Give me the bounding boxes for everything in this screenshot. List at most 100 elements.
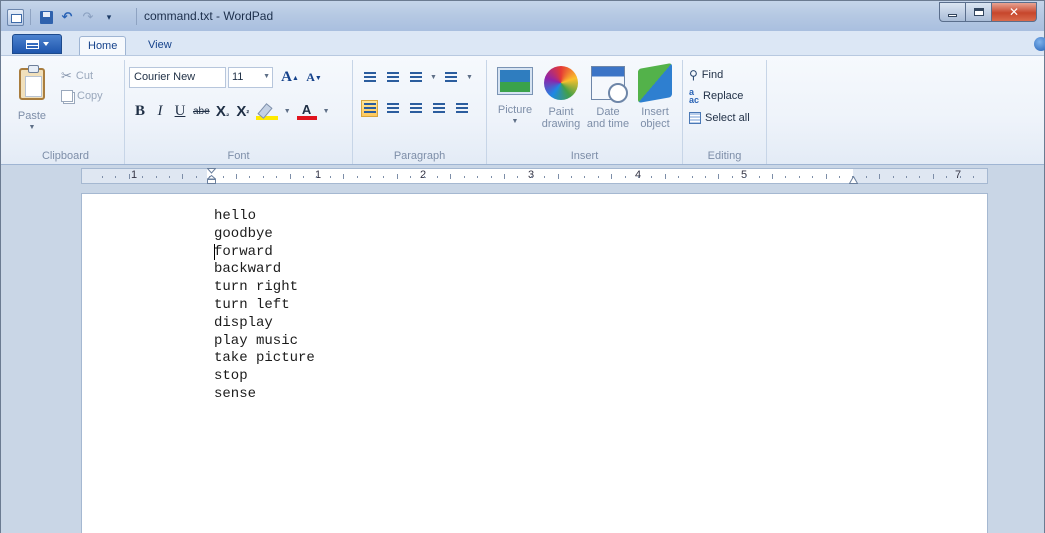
paragraph-settings-button[interactable]: [453, 100, 470, 117]
ruler-tick: [142, 176, 144, 178]
find-label: Find: [701, 69, 724, 81]
title-separator: [136, 8, 137, 25]
save-button[interactable]: [37, 8, 55, 26]
paint-drawing-button[interactable]: Paint drawing: [539, 66, 583, 130]
bullets-button[interactable]: [407, 69, 424, 86]
ruler-tick: [195, 176, 197, 178]
ruler-number: 5: [740, 169, 748, 181]
shrink-font-button[interactable]: A ▼: [303, 67, 325, 88]
ruler-tick: [919, 176, 921, 178]
ruler-tick: [946, 176, 948, 178]
customize-qat-button[interactable]: ▾: [100, 8, 118, 26]
quick-access-toolbar: ↶ ↷ ▾: [7, 7, 118, 27]
undo-button[interactable]: ↶: [58, 8, 76, 26]
justify-button[interactable]: [430, 100, 447, 117]
tab-home[interactable]: Home: [79, 36, 127, 56]
app-icon[interactable]: [7, 8, 24, 26]
chevron-down-icon[interactable]: ▼: [430, 74, 437, 81]
paste-button[interactable]: Paste ▼: [15, 65, 49, 138]
minimize-button[interactable]: [939, 2, 966, 22]
paint-drawing-label: Paint drawing: [541, 106, 581, 130]
tab-view[interactable]: View: [140, 36, 180, 56]
font-group: Courier New 11 ▼ A ▲ A ▼ B I U abe X₂ X² ▼…: [125, 60, 353, 164]
right-indent-marker-icon[interactable]: [849, 176, 858, 184]
font-color-button[interactable]: A: [296, 102, 317, 120]
application-menu-button[interactable]: [12, 34, 62, 54]
find-button[interactable]: ⚲ Find: [689, 66, 723, 84]
undo-icon: ↶: [61, 9, 73, 24]
ruler-tick: [798, 176, 800, 178]
increase-indent-button[interactable]: [384, 69, 401, 86]
horizontal-ruler[interactable]: 1 1 2 3 4 5 7: [81, 168, 988, 184]
ruler-tick: [758, 176, 760, 178]
decrease-indent-button[interactable]: [361, 69, 378, 86]
maximize-button[interactable]: [966, 2, 992, 22]
copy-button[interactable]: Copy: [61, 88, 103, 104]
text-line[interactable]: turn right: [214, 279, 315, 297]
text-line[interactable]: backward: [214, 261, 315, 279]
select-all-button[interactable]: Select all: [689, 109, 750, 127]
chevron-down-icon[interactable]: ▼: [284, 108, 291, 115]
ruler-tick: [437, 176, 438, 178]
ruler-tick: [705, 176, 706, 178]
redo-button[interactable]: ↷: [79, 8, 97, 26]
group-label: Insert: [570, 150, 599, 162]
ruler-tick: [932, 174, 934, 179]
cut-button[interactable]: ✂ Cut: [61, 68, 93, 84]
replace-icon: a ac: [689, 87, 700, 105]
ruler-tick: [678, 176, 680, 178]
align-left-button[interactable]: [361, 100, 378, 117]
ruler-tick: [329, 176, 331, 178]
replace-button[interactable]: a ac Replace: [689, 87, 743, 105]
ruler-tick: [102, 176, 103, 178]
save-icon: [39, 10, 53, 24]
underline-button[interactable]: U: [173, 103, 187, 120]
text-line[interactable]: goodbye: [214, 226, 315, 244]
text-line[interactable]: forward: [214, 244, 315, 262]
document-menu-icon: [25, 39, 39, 49]
text-line[interactable]: take picture: [214, 350, 315, 368]
picture-label: Picture: [497, 104, 533, 116]
font-size-select[interactable]: 11 ▼: [228, 67, 273, 88]
align-right-button[interactable]: [407, 100, 424, 117]
chevron-down-icon[interactable]: ▼: [466, 74, 473, 81]
strikethrough-button[interactable]: abe: [193, 106, 210, 117]
ruler-tick: [879, 174, 881, 179]
document-area: hello goodbye forward backward turn righ…: [1, 186, 1044, 533]
subscript-button[interactable]: X₂: [216, 103, 230, 120]
document-page[interactable]: hello goodbye forward backward turn righ…: [81, 193, 988, 533]
superscript-button[interactable]: X²: [236, 103, 250, 120]
text-line[interactable]: turn left: [214, 297, 315, 315]
close-button[interactable]: ✕: [992, 2, 1037, 22]
help-icon[interactable]: [1034, 37, 1045, 51]
date-time-button[interactable]: Date and time: [586, 66, 630, 130]
align-center-button[interactable]: [384, 100, 401, 117]
ruler-tick: [544, 176, 546, 178]
insert-object-button[interactable]: Insert object: [633, 63, 677, 130]
line-spacing-button[interactable]: [443, 69, 460, 86]
title-bar[interactable]: ↶ ↷ ▾ command.txt - WordPad ✕: [1, 1, 1044, 31]
chevron-down-icon[interactable]: ▼: [323, 108, 330, 115]
ruler-tick: [249, 176, 251, 178]
scissors-icon: ✂: [61, 68, 72, 83]
italic-button[interactable]: I: [153, 103, 167, 120]
paste-label: Paste: [17, 110, 47, 122]
grow-font-button[interactable]: A ▲: [279, 67, 301, 88]
ruler-tick: [222, 176, 224, 178]
ruler-tick: [906, 176, 907, 178]
bold-button[interactable]: B: [133, 103, 147, 120]
text-line[interactable]: play music: [214, 333, 315, 351]
chevron-down-icon: ▼: [263, 73, 270, 80]
text-line[interactable]: hello: [214, 208, 315, 226]
ruler-tick: [530, 176, 532, 178]
clipboard-icon: [19, 65, 45, 100]
paint-palette-icon: [544, 66, 578, 100]
highlighter-icon[interactable]: [255, 102, 278, 120]
font-family-select[interactable]: Courier New: [129, 67, 226, 88]
text-line[interactable]: sense: [214, 386, 315, 404]
ruler-tick: [115, 176, 117, 178]
document-text[interactable]: hello goodbye forward backward turn righ…: [214, 208, 315, 404]
text-line[interactable]: display: [214, 315, 315, 333]
text-line[interactable]: stop: [214, 368, 315, 386]
picture-button[interactable]: Picture ▼: [493, 66, 537, 128]
